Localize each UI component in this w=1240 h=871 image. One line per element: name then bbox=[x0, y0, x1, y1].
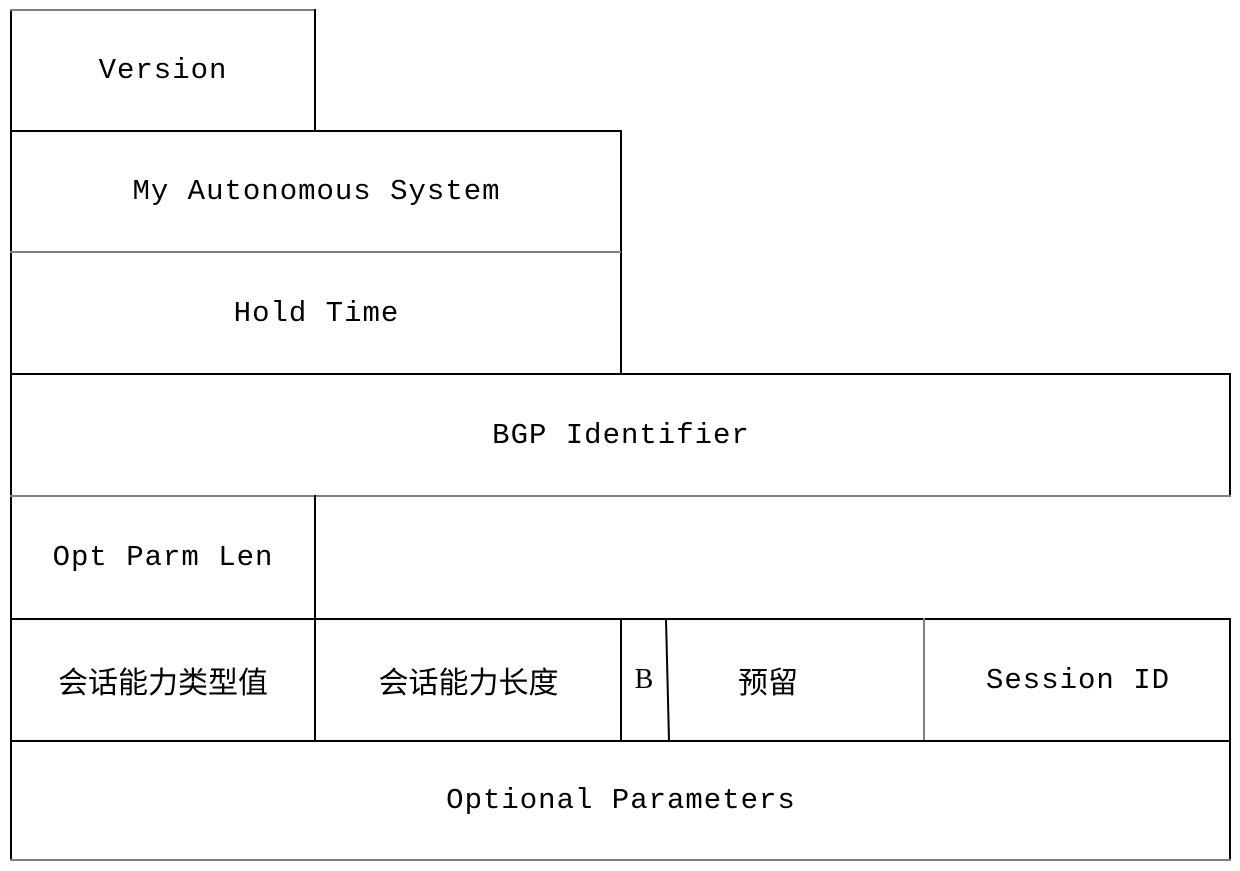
field-optional-parameters-label: Optional Parameters bbox=[446, 784, 796, 817]
border-optional-right bbox=[1229, 740, 1231, 861]
field-opt-parm-len: Opt Parm Len bbox=[11, 496, 315, 619]
border-bgp-bottom bbox=[10, 495, 1231, 497]
border-optional-bottom bbox=[10, 859, 1231, 861]
field-capability-type-value: 会话能力类型值 bbox=[11, 619, 315, 741]
border-version-right bbox=[314, 9, 316, 132]
field-my-autonomous-system-label: My Autonomous System bbox=[132, 175, 501, 208]
field-reserved-label: 预留 bbox=[738, 666, 798, 701]
border-holdtime-top bbox=[10, 251, 621, 253]
field-reserved: 预留 bbox=[668, 619, 868, 741]
border-left bbox=[10, 9, 12, 861]
border-version-top bbox=[10, 9, 315, 11]
border-bgp-top bbox=[10, 373, 1231, 375]
field-version-label: Version bbox=[98, 54, 228, 87]
field-hold-time: Hold Time bbox=[11, 252, 622, 374]
field-optional-parameters: Optional Parameters bbox=[11, 741, 1231, 860]
field-session-id-label: Session ID bbox=[985, 663, 1171, 697]
field-capability-length-label: 会话能力长度 bbox=[378, 666, 559, 701]
field-bgp-identifier: BGP Identifier bbox=[11, 374, 1231, 496]
field-capability-type-value-label: 会话能力类型值 bbox=[58, 666, 268, 701]
border-optional-top bbox=[10, 740, 1231, 742]
field-my-autonomous-system: My Autonomous System bbox=[11, 131, 622, 252]
field-b-flag-label: B bbox=[634, 664, 655, 695]
field-session-id: Session ID bbox=[925, 619, 1231, 741]
border-bgp-right bbox=[1229, 373, 1231, 496]
field-capability-length: 会话能力长度 bbox=[315, 619, 622, 741]
field-version: Version bbox=[11, 9, 315, 132]
border-capability-right bbox=[1229, 618, 1231, 741]
field-b-flag: B bbox=[622, 619, 667, 741]
field-hold-time-label: Hold Time bbox=[233, 296, 400, 330]
field-bgp-identifier-label: BGP Identifier bbox=[492, 418, 750, 452]
border-caplen-right bbox=[620, 618, 622, 741]
field-opt-parm-len-label: Opt Parm Len bbox=[52, 541, 274, 574]
border-myas-top bbox=[10, 130, 622, 132]
border-reserved-right bbox=[923, 618, 925, 741]
